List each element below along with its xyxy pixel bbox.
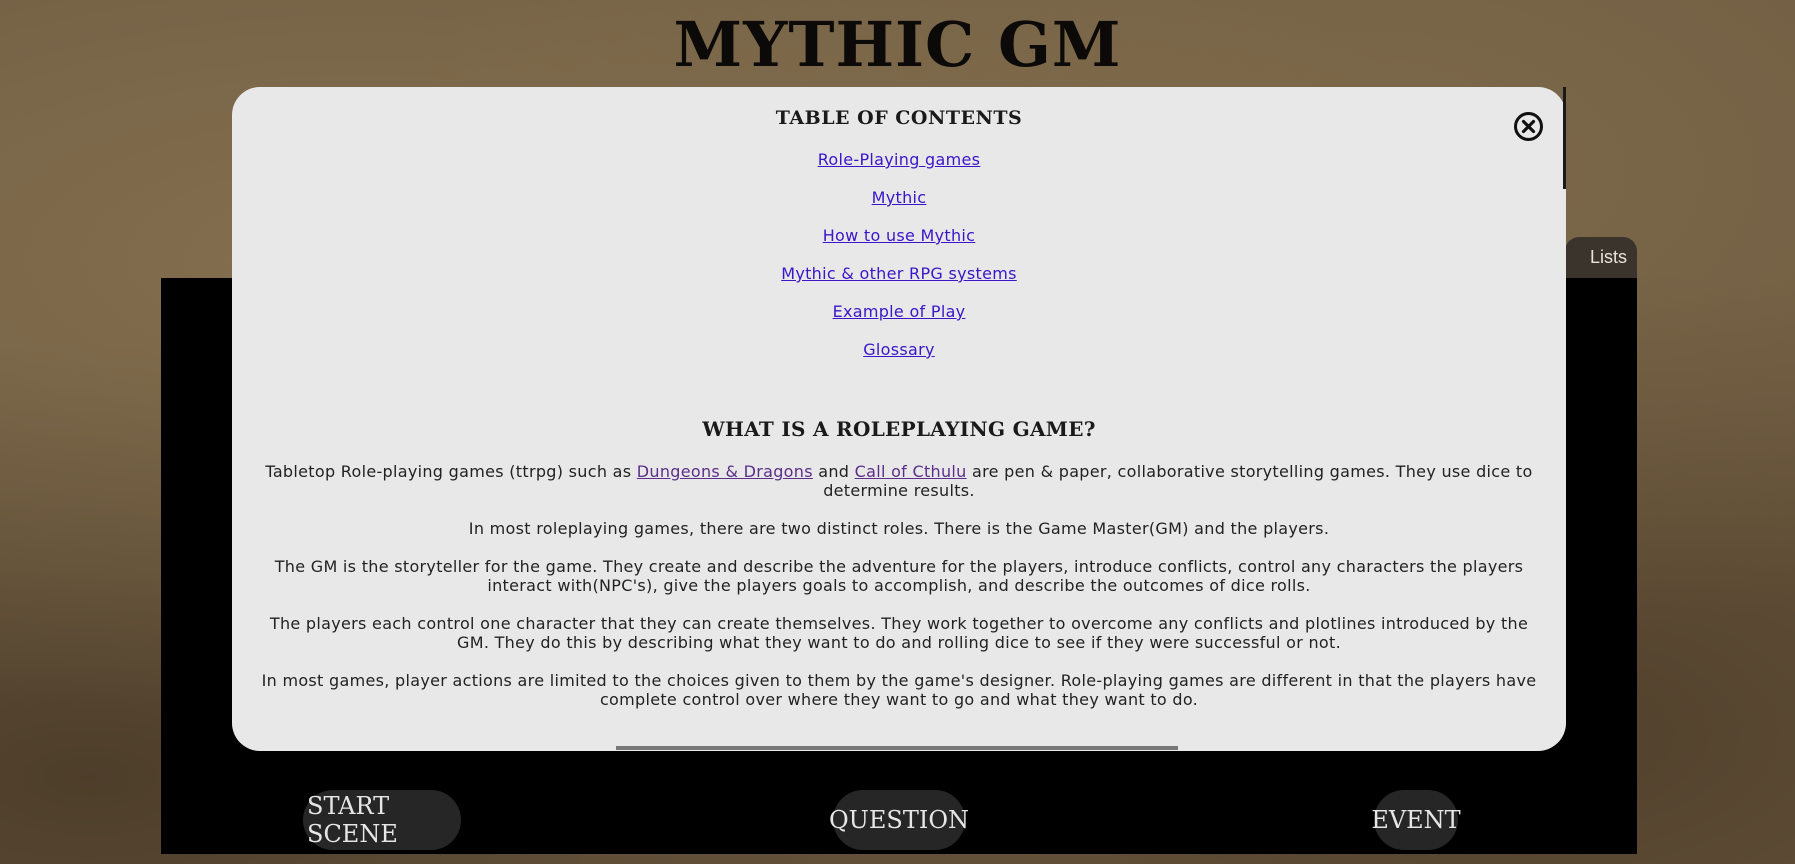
question-button[interactable]: QUESTION	[829, 790, 969, 850]
section-body: Tabletop Role-playing games (ttrpg) such…	[258, 462, 1540, 728]
toc-link-glossary[interactable]: Glossary	[232, 340, 1566, 378]
horizontal-divider	[616, 746, 1178, 750]
toc-link-mythic[interactable]: Mythic	[232, 188, 1566, 226]
toc-heading: TABLE OF CONTENTS	[775, 107, 1023, 129]
app-title: MYTHIC GM	[673, 8, 1122, 81]
paragraph-choices: In most games, player actions are limite…	[261, 671, 1537, 709]
paragraph-text: Tabletop Role-playing games (ttrpg) such…	[265, 462, 637, 481]
paragraph-gm: The GM is the storyteller for the game. …	[274, 557, 1524, 595]
toc-link-example-of-play[interactable]: Example of Play	[232, 302, 1566, 340]
paragraph-text: and	[812, 462, 855, 481]
section-heading: WHAT IS A ROLEPLAYING GAME?	[702, 417, 1096, 441]
paragraph-intro: Tabletop Role-playing games (ttrpg) such…	[258, 462, 1540, 500]
start-scene-button[interactable]: START SCENE	[303, 790, 461, 850]
toc-list: Role-Playing games Mythic How to use Myt…	[232, 150, 1566, 378]
toc-link-role-playing-games[interactable]: Role-Playing games	[232, 150, 1566, 188]
paragraph-players: The players each control one character t…	[269, 614, 1529, 652]
link-call-of-cthulu[interactable]: Call of Cthulu	[855, 462, 967, 481]
lists-tab[interactable]: Lists	[1565, 237, 1637, 278]
toc-link-other-systems[interactable]: Mythic & other RPG systems	[232, 264, 1566, 302]
paragraph-roles: In most roleplaying games, there are two…	[468, 519, 1330, 538]
toc-link-how-to-use[interactable]: How to use Mythic	[232, 226, 1566, 264]
link-dungeons-dragons[interactable]: Dungeons & Dragons	[637, 462, 813, 481]
event-button[interactable]: EVENT	[1371, 790, 1461, 850]
